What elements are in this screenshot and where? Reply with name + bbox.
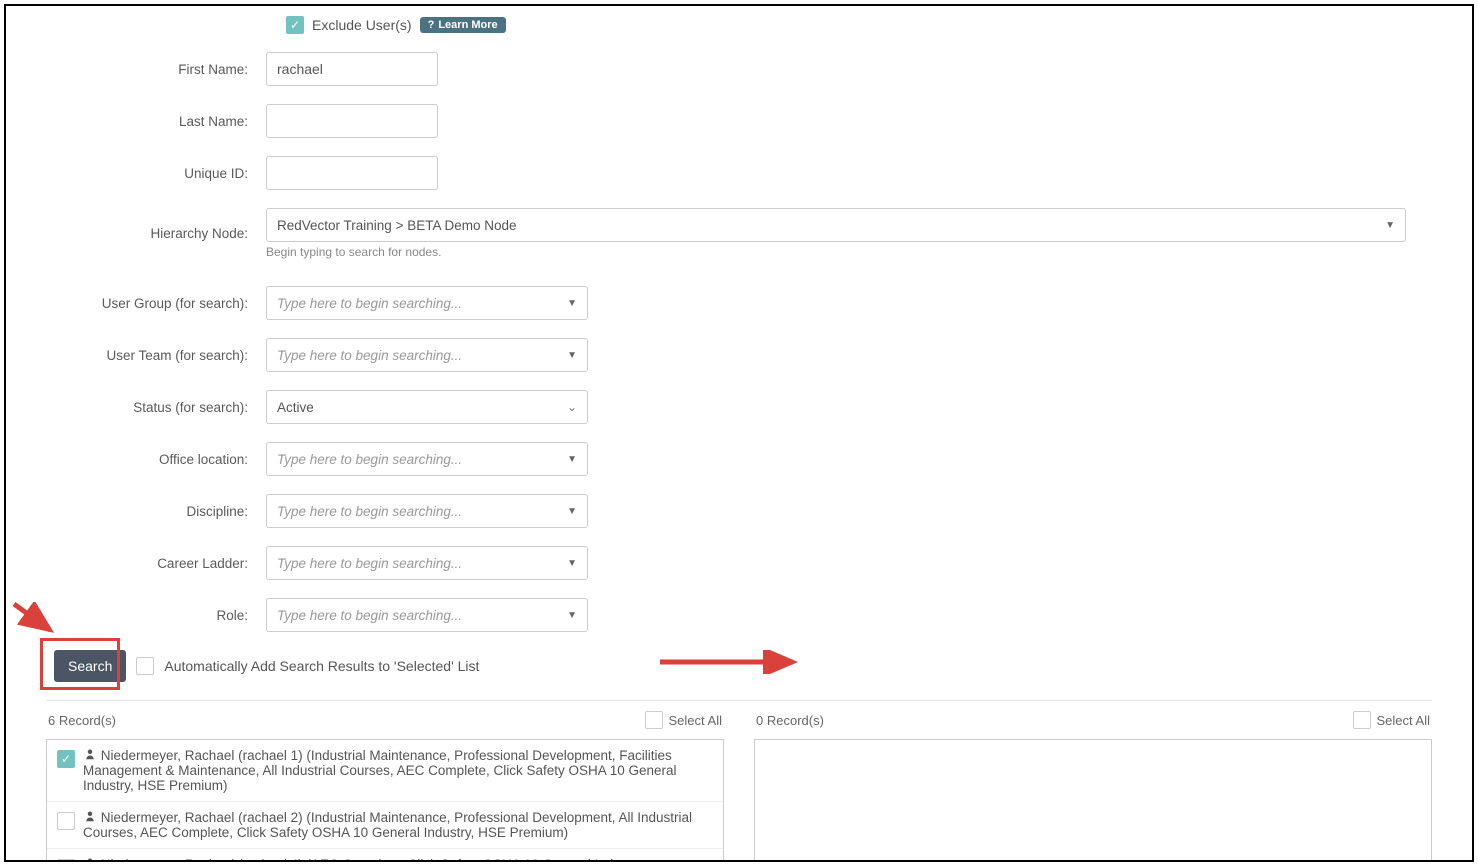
- result-checkbox[interactable]: ✓: [57, 750, 75, 768]
- hierarchy-value: RedVector Training > BETA Demo Node: [277, 218, 517, 233]
- select-all-label: Select All: [1377, 713, 1430, 728]
- search-results-list[interactable]: ✓ Niedermeyer, Rachael (rachael 1) (Indu…: [46, 739, 724, 862]
- selected-list[interactable]: [754, 739, 1432, 862]
- last-name-input[interactable]: [266, 104, 438, 138]
- career-label: Career Ladder:: [46, 556, 266, 571]
- select-all-label: Select All: [669, 713, 722, 728]
- office-combo[interactable]: Type here to begin searching... ▼: [266, 442, 588, 476]
- help-icon: ?: [428, 19, 435, 31]
- first-name-input[interactable]: [266, 52, 438, 86]
- user-icon: [83, 810, 97, 825]
- list-item[interactable]: ✓ Niedermeyer, Rachael (rachael 1) (Indu…: [47, 740, 723, 802]
- role-label: Role:: [46, 608, 266, 623]
- user-team-combo[interactable]: Type here to begin searching... ▼: [266, 338, 588, 372]
- last-name-label: Last Name:: [46, 114, 266, 129]
- hierarchy-helper: Begin typing to search for nodes.: [266, 245, 1432, 259]
- chevron-down-icon: ⌄: [567, 400, 577, 414]
- list-item[interactable]: Niedermeyer, Rachael (rachael 4) (AEC Co…: [47, 849, 723, 862]
- user-group-combo[interactable]: Type here to begin searching... ▼: [266, 286, 588, 320]
- status-label: Status (for search):: [46, 400, 266, 415]
- user-icon: [83, 748, 97, 763]
- unique-id-input[interactable]: [266, 156, 438, 190]
- exclude-users-row: ✓ Exclude User(s) ? Learn More: [286, 16, 1432, 34]
- select-all-right-checkbox[interactable]: [1353, 711, 1371, 729]
- main-panel: ✓ Exclude User(s) ? Learn More First Nam…: [4, 4, 1474, 862]
- user-icon: [83, 857, 97, 862]
- role-combo[interactable]: Type here to begin searching... ▼: [266, 598, 588, 632]
- selected-list-column: 0 Record(s) Select All ✖ Remove Checked …: [754, 701, 1432, 862]
- user-team-label: User Team (for search):: [46, 348, 266, 363]
- chevron-down-icon: ▼: [1385, 220, 1395, 231]
- user-group-label: User Group (for search):: [46, 296, 266, 311]
- chevron-down-icon: ▼: [567, 298, 577, 309]
- chevron-down-icon: ▼: [567, 506, 577, 517]
- result-text: Niedermeyer, Rachael (rachael 2) (Indust…: [83, 810, 692, 840]
- hierarchy-label: Hierarchy Node:: [46, 226, 266, 241]
- office-label: Office location:: [46, 452, 266, 467]
- career-combo[interactable]: Type here to begin searching... ▼: [266, 546, 588, 580]
- result-text: Niedermeyer, Rachael (rachael 4) (AEC Co…: [83, 857, 645, 862]
- result-checkbox[interactable]: [57, 859, 75, 862]
- chevron-down-icon: ▼: [567, 350, 577, 361]
- search-results-column: 6 Record(s) Select All ✓ Niedermeyer,: [46, 701, 724, 862]
- exclude-users-label: Exclude User(s): [312, 17, 412, 33]
- status-select[interactable]: Active ⌄: [266, 390, 588, 424]
- chevron-down-icon: ▼: [567, 454, 577, 465]
- results-count: 6 Record(s): [48, 713, 116, 728]
- auto-add-label: Automatically Add Search Results to 'Sel…: [164, 658, 479, 674]
- first-name-label: First Name:: [46, 62, 266, 77]
- auto-add-checkbox[interactable]: [136, 657, 154, 675]
- discipline-label: Discipline:: [46, 504, 266, 519]
- list-item[interactable]: Niedermeyer, Rachael (rachael 2) (Indust…: [47, 802, 723, 849]
- chevron-down-icon: ▼: [567, 558, 577, 569]
- result-text: Niedermeyer, Rachael (rachael 1) (Indust…: [83, 748, 677, 793]
- unique-id-label: Unique ID:: [46, 166, 266, 181]
- chevron-down-icon: ▼: [567, 610, 577, 621]
- discipline-combo[interactable]: Type here to begin searching... ▼: [266, 494, 588, 528]
- hierarchy-select[interactable]: RedVector Training > BETA Demo Node ▼: [266, 208, 1406, 242]
- select-all-left-checkbox[interactable]: [645, 711, 663, 729]
- result-checkbox[interactable]: [57, 812, 75, 830]
- learn-more-text: Learn More: [438, 19, 497, 31]
- learn-more-badge[interactable]: ? Learn More: [420, 17, 506, 33]
- search-button[interactable]: Search: [54, 650, 126, 682]
- selected-count: 0 Record(s): [756, 713, 824, 728]
- exclude-users-checkbox[interactable]: ✓: [286, 16, 304, 34]
